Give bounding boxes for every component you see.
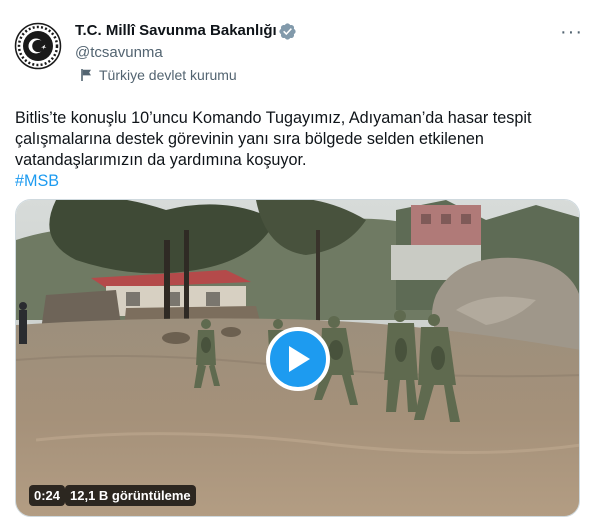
- account-avatar[interactable]: [14, 22, 62, 70]
- video-duration: 0:24: [29, 485, 66, 506]
- video-view-count: 12,1 B görüntüleme: [65, 485, 196, 506]
- flag-icon: [81, 69, 91, 81]
- tweet-text: Bitlis’te konuşlu 10’uncu Komando Tugayı…: [15, 108, 580, 192]
- affiliation-label: Türkiye devlet kurumu: [80, 67, 237, 83]
- play-icon: [289, 346, 310, 372]
- account-handle[interactable]: @tcsavunma: [75, 44, 163, 61]
- hashtag-link[interactable]: #MSB: [15, 172, 59, 190]
- video-player[interactable]: 0:24 12,1 B görüntüleme: [15, 199, 580, 517]
- tweet-text-line: Bitlis’te konuşlu 10’uncu Komando Tugayı…: [15, 109, 532, 127]
- more-options-icon[interactable]: ···: [560, 22, 583, 42]
- verified-badge-icon: [279, 23, 296, 40]
- affiliation-text: Türkiye devlet kurumu: [99, 67, 237, 83]
- account-name[interactable]: T.C. Millî Savunma Bakanlığı: [75, 22, 277, 39]
- crescent-star-emblem-icon: [14, 22, 62, 70]
- play-button[interactable]: [266, 327, 330, 391]
- tweet-text-line: çalışmalarına destek görevinin yanı sıra…: [15, 130, 484, 148]
- tweet-text-line: vatandaşlarımızın da yardımına koşuyor.: [15, 151, 307, 169]
